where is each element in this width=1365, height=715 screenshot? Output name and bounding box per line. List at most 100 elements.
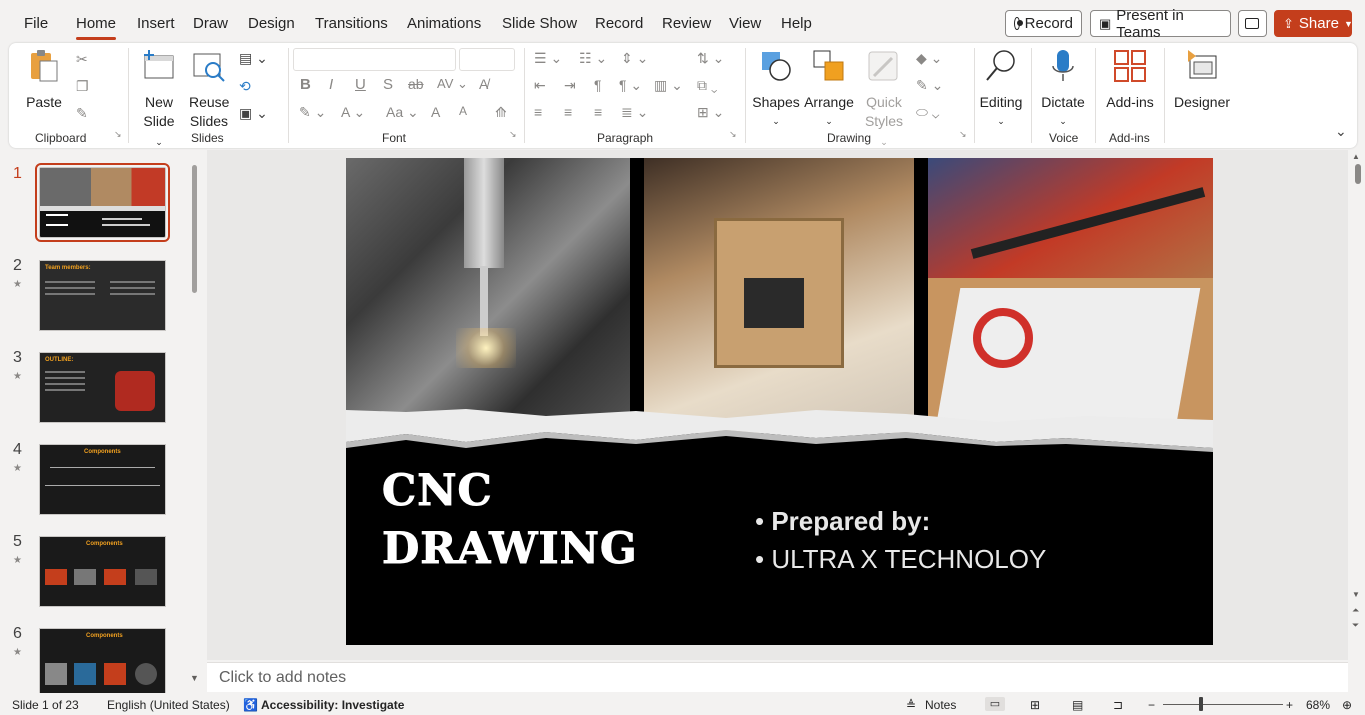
dialog-launcher-icon[interactable]: ↘ — [509, 129, 517, 140]
zoom-slider[interactable] — [1163, 704, 1283, 705]
shape-outline-icon[interactable]: ✎ ⌄ — [916, 77, 943, 94]
tab-help[interactable]: Help — [781, 15, 812, 32]
next-slide-icon[interactable]: ⏷ — [1352, 620, 1359, 631]
strikethrough-icon[interactable]: ab — [408, 76, 424, 92]
shapes-button[interactable]: Shapes ⌄ — [751, 48, 801, 131]
slide-title[interactable]: CNC DRAWING — [382, 462, 638, 578]
zoom-slider-thumb[interactable] — [1199, 697, 1203, 711]
dialog-launcher-icon[interactable]: ↘ — [729, 129, 737, 140]
zoom-in-icon[interactable]: + — [1286, 698, 1293, 712]
tab-transitions[interactable]: Transitions — [315, 15, 388, 32]
present-in-teams-button[interactable]: ▣ Present in Teams — [1090, 7, 1231, 41]
slide-thumbnail-4[interactable]: Components — [39, 444, 166, 515]
reset-icon[interactable]: ⟲ — [239, 78, 251, 95]
share-button[interactable]: ⇪ Share ▼ — [1274, 10, 1353, 37]
shape-fill-icon[interactable]: ◆ ⌄ — [916, 50, 942, 67]
decrease-indent-icon[interactable]: ⇤ — [534, 77, 546, 94]
collapse-ribbon-icon[interactable]: ⌄ — [1335, 123, 1347, 140]
layout-icon[interactable]: ▤ ⌄ — [239, 50, 268, 67]
tab-file[interactable]: File — [24, 15, 48, 32]
smartart-icon[interactable]: ⧉ ⌄ — [697, 77, 718, 94]
dictate-button[interactable]: Dictate ⌄ — [1039, 48, 1087, 131]
underline-icon[interactable]: U — [355, 76, 366, 93]
tab-view[interactable]: View — [729, 15, 761, 32]
shadow-icon[interactable]: S — [383, 76, 393, 93]
reuse-slides-button[interactable]: Reuse Slides — [189, 48, 229, 131]
tab-draw[interactable]: Draw — [193, 15, 228, 32]
comments-button[interactable] — [1238, 10, 1267, 37]
notes-toggle[interactable]: Notes — [925, 698, 956, 712]
slide-show-icon[interactable]: ⊐ — [1113, 698, 1123, 712]
fit-to-window-icon[interactable]: ⊕ — [1342, 698, 1352, 712]
designer-button[interactable]: Designer — [1169, 48, 1235, 112]
align-right-icon[interactable]: ≡ — [594, 104, 602, 120]
line-spacing-icon[interactable]: ⇕ ⌄ — [621, 50, 648, 67]
new-slide-button[interactable]: New Slide ⌄ — [139, 48, 179, 152]
editing-button[interactable]: Editing ⌄ — [977, 48, 1025, 131]
format-painter-icon[interactable]: ✎ — [76, 105, 88, 122]
chevron-down-icon[interactable]: ▼ — [1352, 590, 1360, 599]
previous-slide-icon[interactable]: ⏶ — [1352, 605, 1359, 616]
slide-thumbnail-3[interactable]: OUTLINE: — [39, 352, 166, 423]
chevron-down-icon[interactable]: ▼ — [190, 673, 199, 683]
align-center-icon[interactable]: ≡ — [564, 104, 572, 120]
highlight-icon[interactable]: ✎ ⌄ — [299, 104, 326, 121]
character-spacing-icon[interactable]: AV ⌄ — [437, 76, 468, 92]
clear-formatting-icon[interactable]: A̸ — [479, 76, 488, 92]
align-text-icon[interactable]: ⊞ ⌄ — [697, 104, 724, 121]
bullets-icon[interactable]: ☰ ⌄ — [534, 50, 562, 67]
bold-icon[interactable]: B — [300, 76, 311, 93]
slide-thumbnail-2[interactable]: Team members: — [39, 260, 166, 331]
notes-placeholder[interactable]: Click to add notes — [219, 669, 346, 687]
tab-design[interactable]: Design — [248, 15, 295, 32]
dialog-launcher-icon[interactable]: ↘ — [114, 129, 122, 140]
ltr-icon[interactable]: ¶ — [594, 77, 602, 93]
accessibility-status[interactable]: Accessibility: Investigate — [261, 698, 404, 712]
change-case-icon[interactable]: Aa ⌄ — [386, 104, 419, 121]
notes-pane[interactable]: Click to add notes — [207, 662, 1348, 692]
canvas-scrollbar[interactable]: ▲ ▼ ⏶ ⏷ — [1350, 150, 1365, 692]
increase-indent-icon[interactable]: ⇥ — [564, 77, 576, 94]
slide-thumbnail-5[interactable]: Components — [39, 536, 166, 607]
numbering-icon[interactable]: ☷ ⌄ — [579, 50, 607, 67]
arrange-button[interactable]: Arrange ⌄ — [803, 48, 855, 131]
record-button[interactable]: Record — [1005, 10, 1082, 37]
italic-icon[interactable]: I — [329, 76, 333, 93]
increase-font-icon[interactable]: A — [431, 104, 440, 120]
section-icon[interactable]: ▣ ⌄ — [239, 105, 268, 122]
slide-thumbnail-6[interactable]: Components — [39, 628, 166, 699]
tab-home[interactable]: Home — [76, 15, 117, 40]
font-name-combo[interactable] — [293, 48, 456, 71]
paste-button[interactable]: Paste — [24, 48, 64, 112]
zoom-out-icon[interactable]: − — [1148, 698, 1155, 712]
text-direction-icon[interactable]: ⟰ — [495, 104, 507, 121]
tab-insert[interactable]: Insert — [137, 15, 175, 32]
rtl-icon[interactable]: ¶ ⌄ — [619, 77, 642, 94]
reading-view-icon[interactable]: ▤ — [1072, 698, 1083, 712]
current-slide[interactable]: CNC DRAWING • Prepared by: • ULTRA X TEC… — [346, 158, 1213, 645]
slide-sorter-icon[interactable]: ⊞ — [1030, 698, 1040, 712]
shape-effects-icon[interactable]: ⬭ ⌄ — [916, 104, 939, 121]
dialog-launcher-icon[interactable]: ↘ — [959, 129, 967, 140]
normal-view-icon[interactable]: ▭ — [985, 697, 1005, 711]
zoom-level[interactable]: 68% — [1306, 698, 1330, 712]
font-color-icon[interactable]: A ⌄ — [341, 104, 365, 121]
justify-icon[interactable]: ≣ ⌄ — [621, 104, 648, 121]
tab-record[interactable]: Record — [595, 15, 643, 32]
tab-review[interactable]: Review — [662, 15, 711, 32]
language-indicator[interactable]: English (United States) — [107, 698, 230, 712]
add-ins-button[interactable]: Add-ins — [1103, 48, 1157, 112]
thumbnail-scrollbar[interactable]: ▼ — [190, 165, 199, 685]
chevron-up-icon[interactable]: ▲ — [1352, 152, 1360, 161]
copy-icon[interactable]: ❐ — [76, 78, 89, 95]
align-left-icon[interactable]: ≡ — [534, 104, 542, 120]
slide-thumbnail-1[interactable] — [35, 163, 170, 242]
slide-bullets[interactable]: • Prepared by: • ULTRA X TECHNOLOY — [755, 502, 1046, 578]
columns-icon[interactable]: ▥ ⌄ — [654, 77, 683, 94]
decrease-font-icon[interactable]: A — [459, 104, 467, 118]
font-size-combo[interactable] — [459, 48, 515, 71]
tab-animations[interactable]: Animations — [407, 15, 481, 32]
tab-slide-show[interactable]: Slide Show — [502, 15, 577, 32]
cut-icon[interactable]: ✂ — [76, 51, 88, 68]
sort-icon[interactable]: ⇅ ⌄ — [697, 50, 724, 67]
